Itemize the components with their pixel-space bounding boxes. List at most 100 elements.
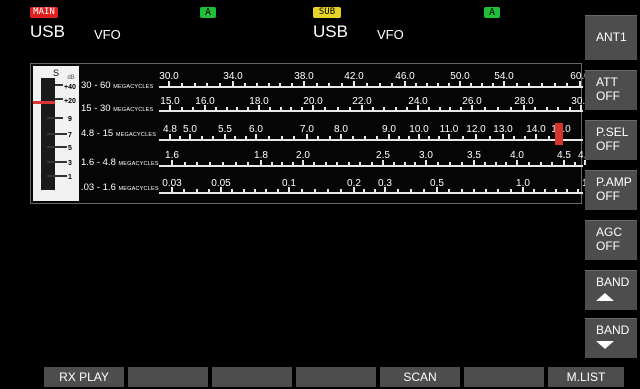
scale-minor-tick [336, 107, 339, 110]
scale-minor-tick [372, 107, 375, 110]
scale-minor-tick [541, 83, 543, 86]
main-receiver-tag: MAIN [30, 7, 58, 18]
scale-minor-tick [510, 107, 512, 110]
scale-minor-tick [254, 189, 256, 192]
scale-minor-tick [483, 162, 486, 165]
scale-minor-tick [460, 107, 463, 110]
scale-major-tick [171, 160, 173, 165]
scale-minor-tick [539, 162, 542, 165]
scale-minor-tick [293, 136, 296, 139]
scale-minor-tick [247, 162, 250, 165]
sub-receiver-tag: SUB [313, 7, 341, 18]
scale-major-tick [579, 81, 581, 86]
scale-minor-tick [234, 136, 237, 139]
scale-major-tick [353, 81, 355, 86]
scale-minor-tick [267, 83, 270, 86]
scale-major-tick [436, 187, 438, 192]
att-button[interactable]: ATT OFF [585, 70, 637, 110]
scale-major-tick [303, 81, 305, 86]
scale-minor-tick [180, 83, 183, 86]
scale-minor-tick [460, 189, 463, 192]
scale-minor-tick [359, 162, 362, 165]
scale-minor-tick [280, 136, 283, 139]
p-sel-button[interactable]: P.SEL OFF [585, 120, 637, 160]
scale-minor-tick [317, 136, 320, 139]
soft-key-2[interactable] [128, 367, 208, 387]
band-range-label: .03 - 1.6 MEGACYCLES [81, 182, 159, 193]
m-list-button[interactable]: M.LIST [548, 367, 624, 387]
scale-minor-tick [276, 189, 279, 192]
ant-button[interactable]: ANT1 [585, 15, 637, 60]
scale-minor-tick [195, 189, 198, 192]
scale-minor-tick [291, 162, 294, 165]
scale-minor-tick [364, 136, 366, 139]
scale-minor-tick [403, 162, 406, 165]
scale-minor-tick [426, 83, 428, 86]
scale-minor-tick [336, 162, 339, 165]
s-label-7: 7 [68, 132, 72, 139]
triangle-up-icon [596, 293, 614, 301]
scale-minor-tick [394, 107, 397, 110]
scale-minor-tick [577, 189, 579, 192]
scale-major-tick [580, 105, 582, 110]
rx-play-button[interactable]: RX PLAY [44, 367, 124, 387]
sub-mode[interactable]: USB [313, 22, 348, 42]
scale-minor-tick [524, 136, 526, 139]
scale-major-tick [224, 134, 226, 139]
scale-minor-tick [291, 83, 294, 86]
scale-major-tick [169, 105, 171, 110]
triangle-down-icon [596, 341, 614, 349]
scale-major-tick [459, 81, 461, 86]
scale-minor-tick [214, 107, 217, 110]
scale-minor-tick [365, 83, 368, 86]
p-amp-button[interactable]: P.AMP OFF [585, 170, 637, 210]
scale-major-tick [502, 134, 504, 139]
scale-minor-tick [378, 83, 381, 86]
scale-minor-tick [437, 83, 439, 86]
scale-major-tick [384, 187, 386, 192]
scale-minor-tick [527, 162, 530, 165]
scale-major-tick [204, 105, 206, 110]
scale-minor-tick [415, 83, 417, 86]
scale-minor-tick [438, 107, 441, 110]
band-up-button[interactable]: BAND [585, 270, 637, 310]
scale-major-tick [418, 134, 420, 139]
scale-minor-tick [509, 189, 512, 192]
scale-minor-tick [180, 107, 183, 110]
scale-minor-tick [270, 162, 273, 165]
scale-minor-tick [279, 107, 282, 110]
scale-minor-tick [183, 162, 186, 165]
scale-major-tick [382, 160, 384, 165]
scale-minor-tick [448, 83, 450, 86]
scale-major-tick [169, 134, 171, 139]
s-meter: S dB +40 +20 9 7 5 3 1 [33, 66, 79, 201]
s-label-5: 5 [68, 145, 72, 152]
scan-button[interactable]: SCAN [380, 367, 460, 387]
scale-minor-tick [428, 136, 430, 139]
scale-minor-tick [290, 107, 293, 110]
soft-key-3[interactable] [212, 367, 292, 387]
band-range-label: 4.8 - 15 MEGACYCLES [81, 128, 157, 139]
soft-key-6[interactable] [464, 367, 544, 387]
band-range-label: 1.6 - 4.8 MEGACYCLES [81, 157, 159, 168]
scale-major-tick [168, 81, 170, 86]
scale-minor-tick [438, 136, 440, 139]
scale-minor-tick [497, 107, 499, 110]
scale-minor-tick [533, 189, 535, 192]
scale-minor-tick [494, 162, 497, 165]
band-down-button[interactable]: BAND [585, 318, 637, 358]
scale-major-tick [288, 187, 290, 192]
scale-minor-tick [414, 162, 417, 165]
scale-minor-tick [470, 83, 472, 86]
agc-button[interactable]: AGC OFF [585, 220, 637, 260]
soft-key-4[interactable] [296, 367, 376, 387]
scale-minor-tick [410, 189, 412, 192]
scale-baseline [159, 192, 583, 194]
scale-minor-tick [347, 162, 350, 165]
s-label-3: 3 [68, 160, 72, 167]
scale-minor-tick [247, 107, 250, 110]
scale-minor-tick [243, 83, 246, 86]
main-mode[interactable]: USB [30, 22, 65, 42]
scale-minor-tick [461, 162, 463, 165]
main-antenna-a-badge: A [200, 7, 216, 18]
